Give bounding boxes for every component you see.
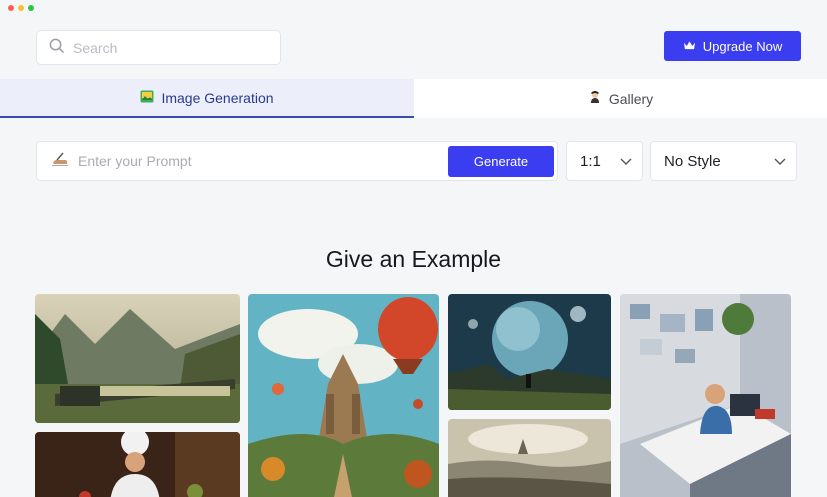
upgrade-now-button[interactable]: Upgrade Now [664,31,801,61]
prompt-input[interactable] [78,153,418,169]
aspect-ratio-value: 1:1 [580,152,601,170]
search-box[interactable] [36,30,281,65]
examples-heading: Give an Example [325,246,502,272]
search-icon [49,38,64,58]
example-image-sea[interactable] [448,419,611,497]
minimize-dot[interactable] [18,5,24,11]
generate-button[interactable]: Generate [448,146,554,177]
tab-label: Gallery [608,90,654,107]
tab-image-generation[interactable]: Image Generation [0,79,414,118]
chevron-down-icon [620,153,632,170]
chevron-down-icon [774,153,786,170]
painter-icon [588,90,602,107]
example-image-castle[interactable] [248,294,439,497]
example-image-office[interactable] [620,294,791,497]
image-icon [140,90,154,106]
search-input[interactable] [73,39,263,56]
upgrade-now-label: Upgrade Now [702,38,783,54]
tab-label: Image Generation [161,89,274,106]
tab-gallery[interactable]: Gallery [414,79,827,118]
example-image-train[interactable] [35,294,240,423]
window-controls [8,5,34,11]
style-select[interactable]: No Style [650,141,797,181]
aspect-ratio-select[interactable]: 1:1 [566,141,643,181]
writing-hand-icon [51,151,69,172]
prompt-bar: Generate [36,141,558,181]
close-dot[interactable] [8,5,14,11]
tab-bar: Image Generation Gallery [0,79,827,118]
example-image-chef[interactable] [35,432,240,497]
style-value: No Style [664,152,721,170]
example-image-planet[interactable] [448,294,611,410]
crown-icon [683,39,696,54]
maximize-dot[interactable] [28,5,34,11]
